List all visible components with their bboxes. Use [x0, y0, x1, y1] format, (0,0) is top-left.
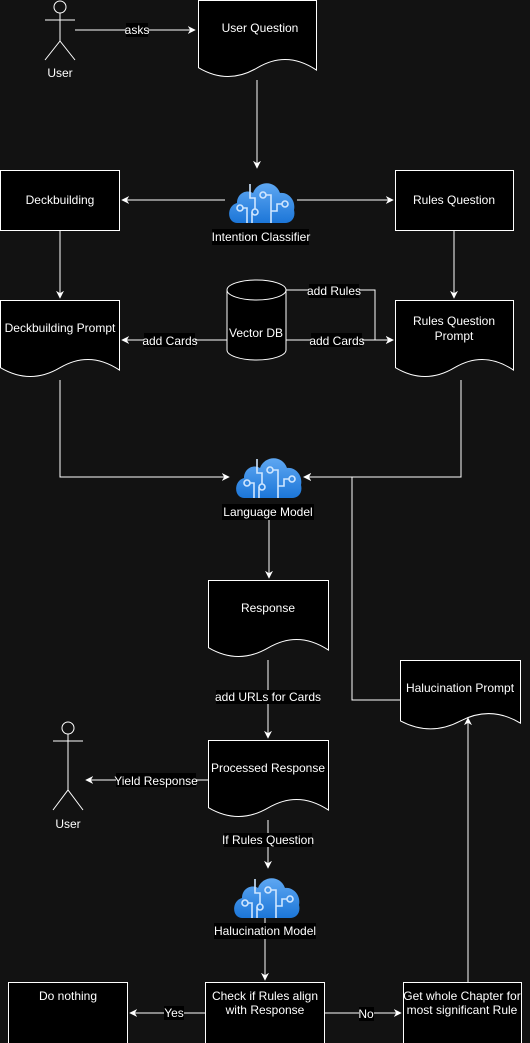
user-question-node[interactable]	[198, 0, 317, 77]
if-rules-question-label: If Rules Question	[222, 833, 314, 847]
database-icon	[226, 279, 287, 361]
flow-diagram: User User User Question Deckbuilding Pro…	[0, 0, 522, 1043]
response-node[interactable]	[208, 580, 329, 657]
vector-db-label: Vector DB	[229, 326, 283, 340]
user-actor-top	[44, 0, 76, 61]
rules-question-label: Rules Question	[413, 193, 495, 207]
user-top-label: User	[47, 66, 72, 80]
edge-deck-prompt-to-lm	[59, 380, 230, 481]
language-model-label: Language Model	[223, 505, 312, 519]
intention-classifier-label: Intention Classifier	[212, 230, 311, 244]
language-model-icon[interactable]	[236, 458, 302, 498]
processed-response-label: Processed Response	[211, 761, 325, 775]
asks-label: asks	[125, 23, 150, 37]
halucination-prompt-label: Halucination Prompt	[406, 681, 515, 695]
user-question-label: User Question	[222, 21, 299, 35]
edge-rules-prompt-to-lm	[303, 380, 462, 481]
add-cards-right-label: add Cards	[309, 334, 364, 348]
response-label: Response	[241, 601, 295, 615]
intention-classifier-icon[interactable]	[229, 183, 295, 223]
no-label: No	[358, 1007, 374, 1021]
do-nothing-label: Do nothing	[39, 989, 97, 1003]
deckbuilding-prompt-label: Deckbuilding Prompt	[5, 321, 116, 335]
add-rules-label: add Rules	[307, 284, 361, 298]
rules-question-prompt-label-1: Rules Question	[413, 314, 495, 328]
check-rules-label-1: Check if Rules align	[212, 989, 318, 1003]
deckbuilding-prompt-node[interactable]	[0, 300, 120, 377]
halucination-model-icon[interactable]	[234, 878, 300, 918]
get-chapter-label-1: Get whole Chapter for	[403, 989, 520, 1003]
user-actor-bottom	[52, 721, 84, 811]
get-chapter-label-2: most significant Rule	[407, 1003, 518, 1017]
vector-db-node[interactable]	[226, 279, 287, 361]
add-urls-label: add URLs for Cards	[215, 690, 321, 704]
edge-labels: asks add Cards add Cards add Rules add U…	[114, 23, 374, 1021]
processed-response-node[interactable]	[208, 740, 329, 817]
rules-question-prompt-label-2: Prompt	[435, 329, 474, 343]
deckbuilding-label: Deckbuilding	[26, 193, 95, 207]
halucination-model-label: Halucination Model	[214, 924, 316, 938]
add-cards-left-label: add Cards	[142, 334, 197, 348]
yes-label: Yes	[164, 1006, 184, 1020]
yield-response-label: Yield Response	[114, 774, 198, 788]
user-bottom-label: User	[55, 817, 80, 831]
check-rules-label-2: with Response	[225, 1003, 305, 1017]
